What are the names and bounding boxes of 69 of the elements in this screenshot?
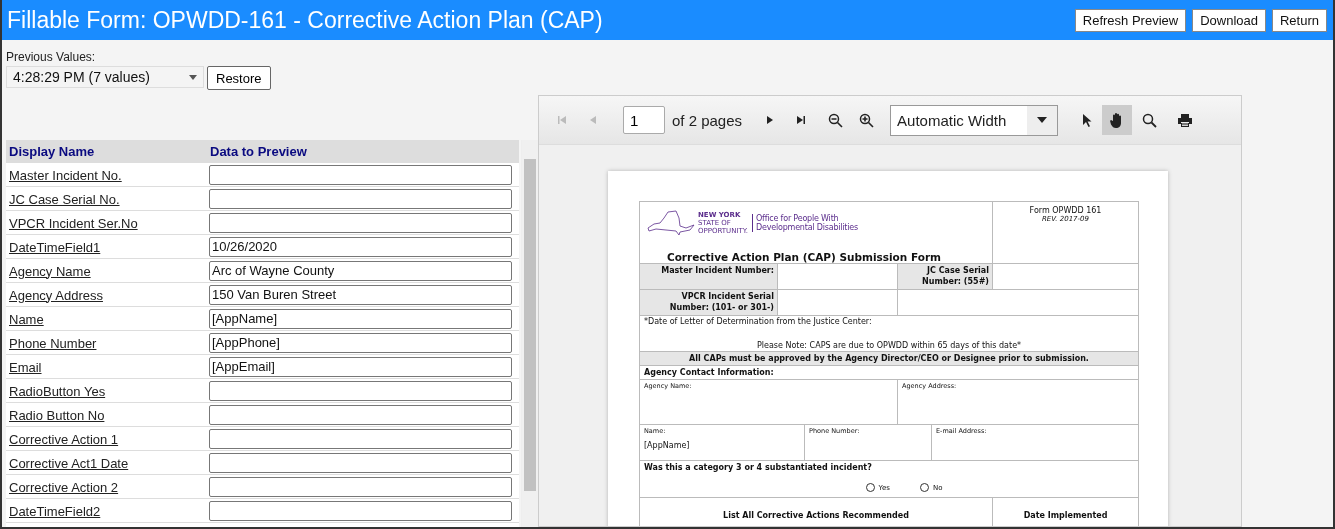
field-value-input[interactable] [209, 404, 512, 425]
field-value-input[interactable] [209, 452, 512, 473]
field-value-input[interactable]: [AppPhone] [209, 332, 512, 353]
column-header: Data to Preview [209, 144, 307, 159]
question-text: Was this a category 3 or 4 substantiated incident? [643, 462, 873, 474]
print-icon[interactable] [1177, 112, 1194, 128]
state-map-icon [646, 210, 696, 236]
field-value-input[interactable] [209, 164, 512, 185]
field-name-link[interactable]: Email [9, 359, 42, 375]
field-name-link[interactable]: Radio Button No [9, 407, 105, 423]
date-letter-label: *Date of Letter of Determination from the Justice Center: [643, 316, 873, 327]
field-value-input[interactable] [209, 476, 512, 497]
form-title: Corrective Action Plan (CAP) Submission Form [665, 251, 943, 263]
field-name-link[interactable]: Phone Number [9, 335, 97, 351]
field-name-link[interactable]: Corrective Act1 Date [9, 455, 129, 471]
field-value-input[interactable]: 10/26/2020 [209, 236, 512, 257]
header-button[interactable]: Refresh Preview [1074, 8, 1187, 32]
pointer-icon [1082, 112, 1093, 128]
last-page-icon[interactable] [796, 115, 807, 125]
previous-values-dropdown[interactable]: 4:28:29 PM (7 values) [6, 66, 204, 88]
field-value-input[interactable] [209, 500, 512, 521]
zoom-out-icon[interactable] [828, 112, 844, 128]
note-text: Please Note: CAPS are due to OPWDD within 65 days of this date* [755, 340, 1023, 351]
field-value-input[interactable]: [AppEmail] [209, 356, 512, 377]
restore-button[interactable]: Restore [207, 66, 271, 90]
page-title: Fillable Form: OPWDD-161 - Corrective Action Plan (CAP) [7, 6, 603, 34]
form-number: Form OPWDD 161 [1029, 206, 1102, 215]
page-count: of 2 pages [672, 111, 743, 129]
field-name-link[interactable]: RadioButton Yes [9, 383, 106, 399]
column-heading: List All Corrective Actions Recommended [640, 498, 993, 526]
scrollbar-thumb[interactable] [524, 159, 536, 491]
label-cell: Master Incident Number: [640, 264, 778, 289]
section-heading: Agency Contact Information: [640, 366, 1138, 380]
search-icon[interactable] [1142, 112, 1158, 128]
hand-tool-button[interactable] [1102, 105, 1133, 135]
caret-icon [1037, 117, 1048, 123]
field-value-input[interactable]: Arc of Wayne County [209, 260, 512, 281]
field-name-link[interactable]: Corrective Action 2 [9, 479, 119, 495]
field-name-link[interactable]: JC Case Serial No. [9, 191, 120, 207]
field-value-input[interactable] [209, 188, 512, 209]
field-value: [AppName] [644, 441, 691, 450]
field-name-link[interactable]: Corrective Action 1 [9, 431, 119, 447]
label-cell: JC Case Serial Number: (55#) [898, 264, 993, 289]
field-name-link[interactable]: Master Incident No. [9, 167, 122, 183]
field-name-link[interactable]: VPCR Incident Ser.No [9, 215, 138, 231]
approval-note: All CAPs must be approved by the Agency Director/CEO or Designee prior to submission. [640, 352, 1138, 366]
header-button[interactable]: Download [1192, 8, 1266, 32]
zoom-dropdown[interactable]: Automatic Width [890, 104, 1059, 136]
field-value-input[interactable] [209, 380, 512, 401]
field-name-link[interactable]: DateTimeField2 [9, 503, 101, 519]
scrollbar[interactable] [521, 140, 538, 527]
caret-icon [189, 74, 197, 80]
field-value-input[interactable]: 150 Van Buren Street [209, 284, 512, 305]
field-value-input[interactable]: [AppName] [209, 308, 512, 329]
field-name-link[interactable]: DateTimeField1 [9, 239, 101, 255]
field-name-link[interactable]: Agency Address [9, 287, 103, 303]
header-button[interactable]: Return [1271, 8, 1327, 32]
field-value-input[interactable] [209, 428, 512, 449]
field-name-link[interactable]: Agency Name [9, 263, 91, 279]
agency-name-logo: Office for People With Developmental Disabilities [752, 213, 864, 233]
field-name-link[interactable]: Name [9, 311, 44, 327]
column-header: Display Name [8, 144, 96, 159]
label-cell: VPCR Incident Serial Number: (101- or 301-) [640, 290, 778, 315]
field-value-input[interactable] [209, 212, 512, 233]
next-page-icon[interactable] [766, 115, 775, 125]
zoom-in-icon[interactable] [859, 112, 875, 128]
page-number-input[interactable]: 1 [623, 106, 665, 134]
column-heading: Date Implemented [1022, 510, 1109, 522]
previous-values-label: Previous Values: [6, 50, 97, 64]
